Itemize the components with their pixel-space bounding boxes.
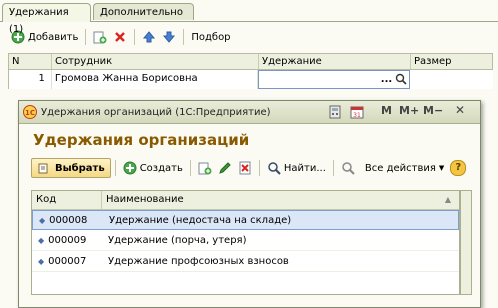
row-number: 1 bbox=[9, 70, 52, 89]
toolbar-separator bbox=[114, 160, 116, 176]
mark-delete-button[interactable] bbox=[235, 158, 255, 178]
cancel-search-button[interactable] bbox=[338, 158, 358, 178]
toolbar-separator bbox=[134, 29, 136, 45]
arrow-down-icon bbox=[163, 31, 176, 43]
dialog-titlebar: 1C Удержания организаций (1С:Предприятие… bbox=[19, 101, 480, 124]
find-button[interactable]: Найти... bbox=[264, 158, 329, 178]
delete-icon bbox=[115, 32, 126, 42]
item-icon: ◆ bbox=[38, 235, 45, 245]
pencil-icon bbox=[219, 162, 231, 174]
item-code: 000009 bbox=[48, 234, 87, 246]
pick-button-label: Подбор bbox=[191, 31, 231, 43]
col-name-label: Наименование bbox=[106, 194, 184, 205]
item-name: Удержание (недостача на складе) bbox=[109, 214, 292, 226]
select-hand-icon bbox=[38, 163, 48, 174]
toolbar-separator bbox=[332, 160, 334, 176]
deduction-input[interactable]: ... bbox=[258, 70, 411, 92]
chevron-down-icon: ▼ bbox=[438, 164, 445, 172]
row-size[interactable] bbox=[410, 70, 493, 89]
col-deduction[interactable]: Удержание bbox=[259, 54, 411, 69]
dialog-heading: Удержания организаций bbox=[33, 131, 250, 149]
toolbar-separator bbox=[189, 160, 191, 176]
arrow-up-icon bbox=[143, 31, 156, 43]
move-up-button[interactable] bbox=[139, 27, 159, 47]
copy-add-icon bbox=[198, 162, 212, 175]
grid-header: N Сотрудник Удержание Размер bbox=[8, 53, 493, 70]
calendar-icon[interactable]: 31 bbox=[350, 105, 364, 119]
delete-button[interactable] bbox=[110, 27, 130, 47]
toolbar-separator bbox=[183, 29, 185, 45]
col-size[interactable]: Размер bbox=[411, 54, 492, 69]
svg-text:1C: 1C bbox=[25, 109, 35, 117]
deductions-dialog: 1C Удержания организаций (1С:Предприятие… bbox=[18, 100, 481, 308]
search-icon bbox=[268, 162, 281, 175]
select-button[interactable]: Выбрать bbox=[31, 158, 111, 178]
add-button-label: Добавить bbox=[28, 31, 79, 43]
copy-add-icon bbox=[93, 31, 107, 44]
copy-button[interactable] bbox=[90, 27, 110, 47]
tab-additional-label: Дополнительно bbox=[100, 7, 183, 18]
col-name[interactable]: Наименование ▲ bbox=[102, 191, 459, 209]
item-icon: ◆ bbox=[38, 256, 45, 266]
deductions-list[interactable]: Код Наименование ▲ ◆ 000008 Удержание (не… bbox=[31, 190, 460, 295]
list-header: Код Наименование ▲ bbox=[32, 191, 459, 210]
edit-button[interactable] bbox=[215, 158, 235, 178]
sort-icon: ▲ bbox=[444, 195, 451, 204]
add-icon bbox=[123, 161, 137, 175]
app-logo-icon: 1C bbox=[23, 105, 37, 119]
item-icon: ◆ bbox=[39, 215, 46, 225]
copy-button[interactable] bbox=[195, 158, 215, 178]
dialog-title: Удержания организаций (1С:Предприятие) bbox=[41, 106, 271, 118]
move-down-button[interactable] bbox=[159, 27, 179, 47]
tab-additional[interactable]: Дополнительно bbox=[93, 3, 194, 20]
svg-text:31: 31 bbox=[353, 112, 361, 119]
item-code: 000007 bbox=[48, 255, 87, 267]
item-name: Удержание профсоюзных взносов bbox=[108, 255, 289, 267]
dialog-toolbar: Выбрать Создать Найти... Все действия ▼ … bbox=[31, 156, 469, 180]
main-toolbar: Добавить Подбор bbox=[8, 27, 234, 47]
delete-mark-icon bbox=[239, 161, 251, 175]
all-actions-menu[interactable]: Все действия ▼ bbox=[362, 158, 447, 178]
create-button[interactable]: Создать bbox=[120, 158, 186, 178]
tab-deductions[interactable]: Удержания (1) bbox=[2, 3, 91, 35]
pick-button[interactable]: Подбор bbox=[188, 27, 233, 47]
select-button-label: Выбрать bbox=[55, 162, 105, 174]
toolbar-separator bbox=[258, 160, 260, 176]
calculator-icon[interactable] bbox=[328, 105, 342, 119]
table-row[interactable]: 1 Громова Жанна Борисовна ... bbox=[8, 70, 493, 89]
all-actions-label: Все действия bbox=[364, 162, 436, 174]
col-n[interactable]: N bbox=[9, 54, 52, 69]
list-item[interactable]: ◆ 000007 Удержание профсоюзных взносов bbox=[32, 251, 459, 272]
item-code: 000008 bbox=[49, 214, 88, 226]
list-item[interactable]: ◆ 000008 Удержание (недостача на складе) bbox=[32, 210, 459, 230]
row-employee: Громова Жанна Борисовна bbox=[52, 70, 259, 89]
list-scrollbar[interactable] bbox=[460, 190, 472, 295]
close-icon[interactable]: ✕ bbox=[455, 103, 465, 119]
create-button-label: Создать bbox=[139, 162, 183, 174]
select-ellipsis-button[interactable]: ... bbox=[381, 71, 392, 89]
toolbar-separator bbox=[85, 29, 87, 45]
memory-button[interactable]: M bbox=[381, 104, 392, 120]
item-name: Удержание (порча, утеря) bbox=[108, 234, 247, 246]
memory-plus-button[interactable]: M+ bbox=[399, 104, 419, 120]
col-employee[interactable]: Сотрудник bbox=[52, 54, 259, 69]
search-icon[interactable] bbox=[395, 73, 407, 92]
find-button-label: Найти... bbox=[283, 162, 326, 174]
list-item[interactable]: ◆ 000009 Удержание (порча, утеря) bbox=[32, 230, 459, 251]
memory-minus-button[interactable]: M− bbox=[423, 104, 443, 120]
help-button[interactable]: ? bbox=[447, 158, 469, 178]
search-cancel-icon bbox=[342, 162, 355, 175]
help-icon: ? bbox=[450, 160, 467, 176]
col-code[interactable]: Код bbox=[32, 191, 102, 209]
